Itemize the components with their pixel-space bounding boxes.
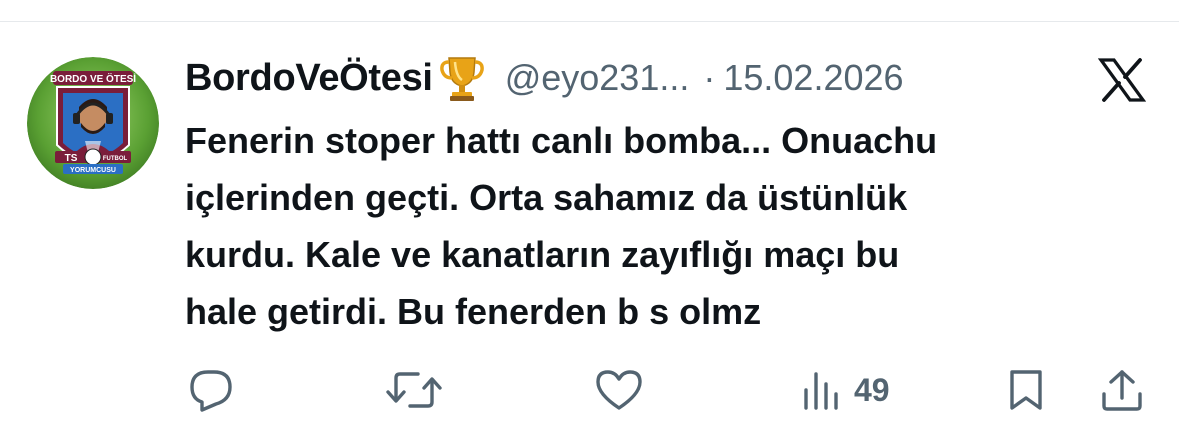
avatar-badge-bottom: YORUMCUSU <box>70 167 116 174</box>
share-button[interactable] <box>1100 368 1144 412</box>
avatar-badge-left: TS <box>65 153 78 164</box>
views-count: 49 <box>854 371 890 408</box>
avatar-badge-right: FUTBOL <box>103 156 128 162</box>
bookmark-button[interactable] <box>1006 368 1046 412</box>
like-button[interactable] <box>594 368 644 412</box>
user-handle[interactable]: @eyo231... <box>505 57 690 99</box>
avatar-badge-top: BORDO VE ÖTESİ <box>50 72 136 85</box>
bookmark-icon <box>1006 368 1046 412</box>
reply-icon <box>188 368 234 412</box>
display-name[interactable]: BordoVeÖtesi <box>185 57 433 100</box>
reply-button[interactable] <box>188 368 234 412</box>
retweet-button[interactable] <box>384 368 444 412</box>
tweet-date[interactable]: 15.02.2026 <box>723 57 903 99</box>
trophy-icon <box>439 54 485 102</box>
header-separator: · <box>703 57 716 98</box>
heart-icon <box>594 368 644 412</box>
views-icon <box>800 368 844 412</box>
retweet-icon <box>384 368 444 412</box>
avatar[interactable]: BORDO VE ÖTESİ TS FUTBOL YORUMCUSU <box>27 57 159 189</box>
share-icon <box>1100 368 1144 412</box>
x-logo-icon <box>1097 58 1147 102</box>
tweet-text: Fenerin stoper hattı canlı bomba... Onua… <box>185 120 938 332</box>
views-button[interactable]: 49 <box>800 368 890 412</box>
top-divider <box>0 21 1179 22</box>
tweet-actions: 49 <box>0 360 1179 420</box>
tweet-header: BordoVeÖtesi @eyo231... · 15.02.2026 <box>185 52 904 104</box>
